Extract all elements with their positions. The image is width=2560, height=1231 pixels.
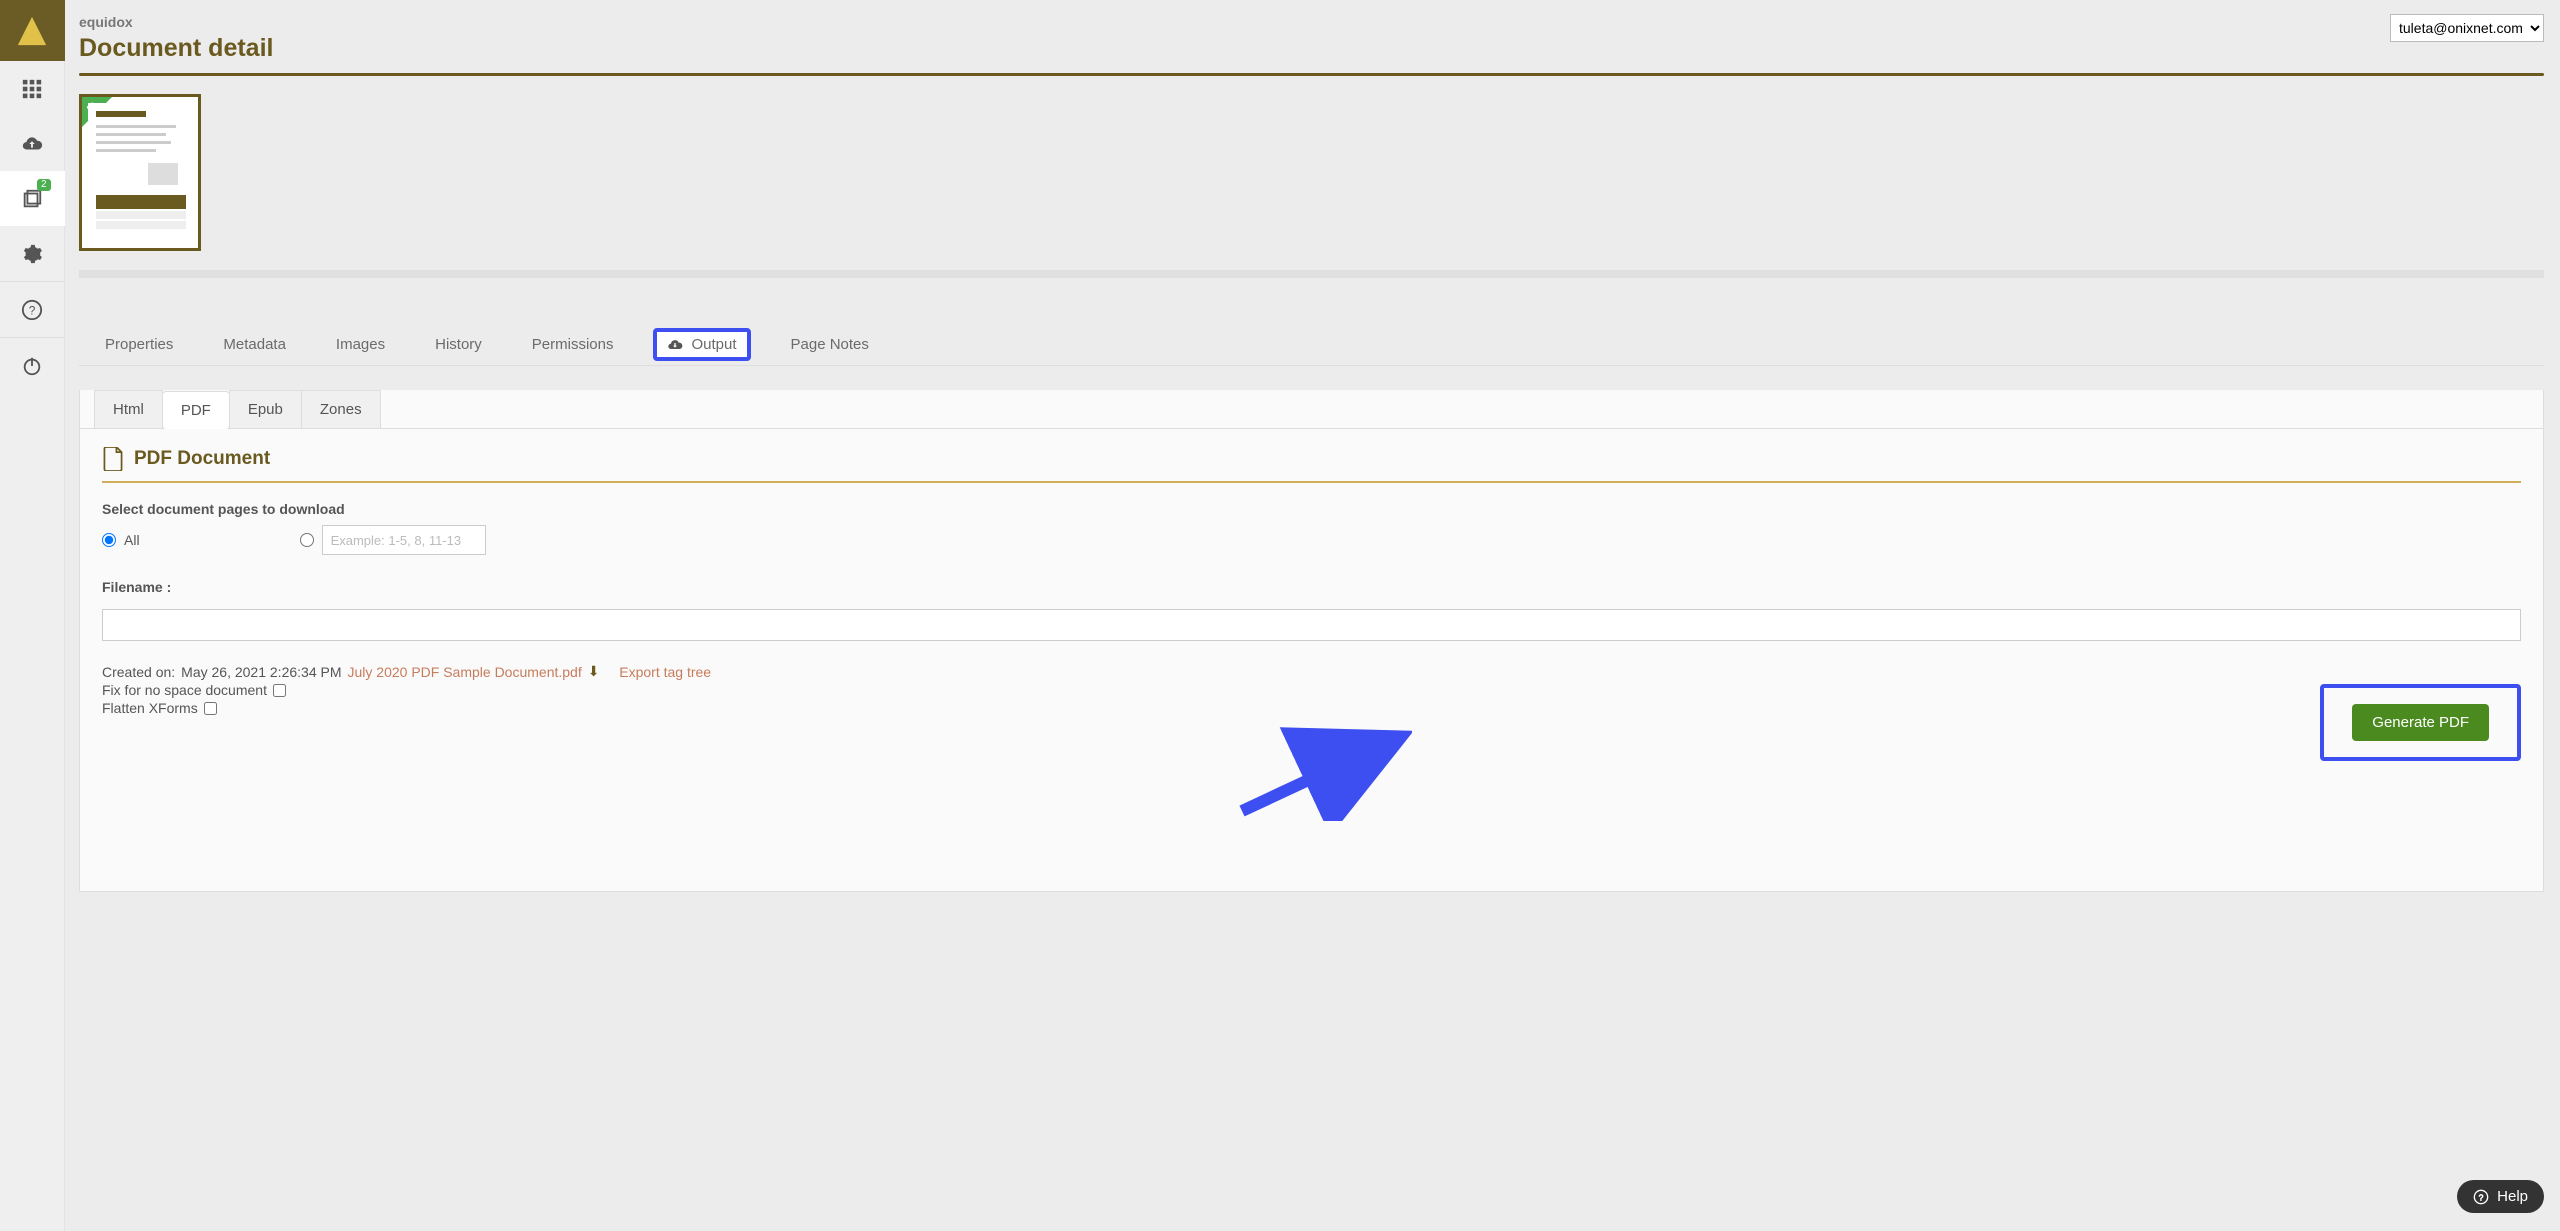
thumbnail-scrollbar[interactable]: [79, 270, 2544, 278]
radio-range-input[interactable]: [300, 533, 314, 547]
documents-badge: 2: [37, 179, 51, 191]
filename-input[interactable]: [102, 609, 2521, 641]
thumbnail-preview: [88, 103, 192, 242]
tab-output[interactable]: Output: [653, 328, 750, 361]
sidebar-rail: 2 ?: [0, 0, 65, 1231]
nav-dashboard[interactable]: [0, 61, 65, 116]
download-icon[interactable]: ⬇: [588, 663, 600, 680]
nav-help[interactable]: ?: [0, 282, 65, 337]
tab-history-label: History: [435, 336, 482, 353]
tab-permissions[interactable]: Permissions: [522, 324, 624, 365]
radio-all-input[interactable]: [102, 533, 116, 547]
title-underline: [79, 73, 2544, 76]
source-file-link[interactable]: July 2020 PDF Sample Document.pdf: [348, 664, 582, 680]
document-tabs: Properties Metadata Images History Permi…: [79, 324, 2544, 366]
cloud-upload-icon: [21, 133, 43, 155]
output-panel: Html PDF Epub Zones PDF Document Select …: [79, 390, 2544, 892]
tab-page-notes-label: Page Notes: [791, 336, 869, 353]
tab-metadata-label: Metadata: [223, 336, 286, 353]
help-widget[interactable]: ? Help: [2457, 1180, 2544, 1213]
brand-logo[interactable]: [0, 0, 65, 61]
filename-label: Filename :: [102, 579, 2521, 595]
pdf-section-title: PDF Document: [102, 447, 2521, 471]
subtab-html[interactable]: Html: [94, 390, 163, 428]
pdf-file-icon: [102, 447, 124, 471]
page-title: Document detail: [79, 34, 273, 63]
generate-pdf-highlight: Generate PDF: [2320, 684, 2521, 761]
help-icon: ?: [2473, 1189, 2489, 1205]
subtab-pdf-label: PDF: [181, 402, 211, 419]
question-circle-icon: ?: [21, 299, 43, 321]
grid-icon: [21, 78, 43, 100]
fix-nospace-label: Fix for no space document: [102, 682, 267, 698]
subtab-epub-label: Epub: [248, 401, 283, 418]
subtab-zones[interactable]: Zones: [301, 390, 381, 428]
pages-range-input[interactable]: [322, 525, 486, 555]
radio-range[interactable]: [300, 525, 486, 555]
svg-text:?: ?: [2479, 1192, 2484, 1202]
nav-documents[interactable]: 2: [0, 171, 65, 226]
tab-history[interactable]: History: [425, 324, 492, 365]
svg-text:?: ?: [29, 303, 36, 317]
subtab-pdf[interactable]: PDF: [162, 391, 230, 429]
fix-nospace-checkbox[interactable]: [273, 684, 286, 697]
subtab-epub[interactable]: Epub: [229, 390, 302, 428]
page-thumbnail[interactable]: [79, 94, 201, 251]
pdf-section-title-text: PDF Document: [134, 448, 270, 470]
tab-metadata[interactable]: Metadata: [213, 324, 296, 365]
tab-page-notes[interactable]: Page Notes: [781, 324, 879, 365]
main-content: equidox Document detail tuleta@onixnet.c…: [65, 0, 2560, 1231]
select-pages-label: Select document pages to download: [102, 501, 2521, 517]
created-time: May 26, 2021 2:26:34 PM: [181, 664, 341, 680]
power-icon: [21, 355, 43, 377]
tab-images[interactable]: Images: [326, 324, 395, 365]
section-divider: [102, 481, 2521, 483]
flatten-xforms-checkbox[interactable]: [204, 702, 217, 715]
subtab-html-label: Html: [113, 401, 144, 418]
cloud-download-icon: [667, 337, 683, 353]
tab-properties-label: Properties: [105, 336, 173, 353]
gear-icon: [21, 243, 43, 265]
user-select[interactable]: tuleta@onixnet.com: [2390, 14, 2544, 42]
export-tag-tree-link[interactable]: Export tag tree: [619, 664, 711, 680]
tab-permissions-label: Permissions: [532, 336, 614, 353]
tab-properties[interactable]: Properties: [95, 324, 183, 365]
tab-output-label: Output: [691, 336, 736, 353]
generate-pdf-button[interactable]: Generate PDF: [2352, 704, 2489, 741]
brand-text: equidox: [79, 14, 273, 30]
tab-images-label: Images: [336, 336, 385, 353]
help-label: Help: [2497, 1188, 2528, 1205]
created-prefix: Created on:: [102, 664, 175, 680]
radio-all[interactable]: All: [102, 532, 140, 548]
nav-logout[interactable]: [0, 338, 65, 393]
nav-settings[interactable]: [0, 226, 65, 281]
flatten-xforms-label: Flatten XForms: [102, 700, 198, 716]
radio-all-label: All: [124, 532, 140, 548]
subtab-zones-label: Zones: [320, 401, 362, 418]
nav-upload[interactable]: [0, 116, 65, 171]
